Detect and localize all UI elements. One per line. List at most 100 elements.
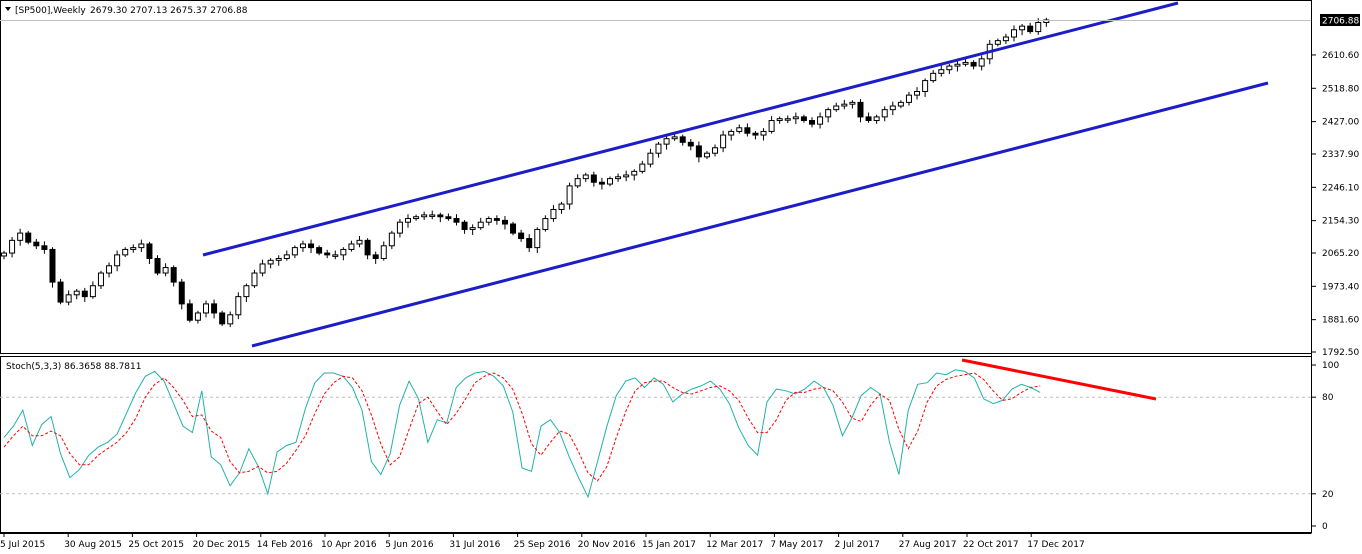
candle-bull-body [897, 101, 904, 107]
candle [550, 205, 557, 222]
candle [768, 116, 775, 134]
candle [81, 287, 88, 303]
candle-bull-body [930, 72, 937, 82]
candle [211, 299, 218, 319]
candle [615, 173, 622, 182]
candle-bull-body [849, 101, 856, 105]
candle [598, 177, 605, 190]
candle-bull-body [259, 263, 266, 274]
candle-bull-body [574, 178, 581, 187]
candle-bull-body [340, 248, 347, 256]
candle-bull-body [106, 265, 113, 274]
symbol-menu-icon[interactable] [5, 7, 11, 11]
candle-bear-body [695, 145, 702, 158]
candle [728, 129, 735, 141]
candle-bull-body [817, 116, 824, 125]
candle-bear-body [308, 243, 315, 249]
candle-bull-body [703, 152, 710, 158]
candle-bull-body [776, 118, 783, 122]
candle-bear-body [526, 238, 533, 249]
candle [243, 283, 250, 303]
stoch-tick-label: 20 [1322, 490, 1334, 500]
candle-bull-body [267, 259, 274, 265]
candle-bear-body [146, 243, 153, 260]
stoch-tick-label: 100 [1322, 361, 1339, 371]
candle [413, 214, 420, 221]
candle-bear-body [57, 281, 64, 303]
candle-bear-body [186, 303, 193, 321]
price-tick-label: 2518.80 [1322, 84, 1359, 94]
candle [89, 281, 96, 299]
candle [695, 141, 702, 163]
candle [905, 91, 912, 106]
candle-bull-body [978, 58, 985, 67]
candle-bear-body [510, 223, 517, 234]
candle-bull-body [405, 218, 411, 223]
candle [162, 263, 169, 277]
candle-bull-body [9, 239, 16, 254]
candle [340, 247, 347, 261]
candle [9, 237, 16, 258]
candle-bull-body [542, 218, 549, 230]
candle-bear-body [744, 127, 751, 134]
candle [776, 116, 783, 124]
time-tick-label: 30 Aug 2015 [64, 540, 122, 550]
candle [744, 123, 751, 137]
candle-bull-body [203, 303, 209, 314]
candle-bull-body [615, 176, 622, 180]
candle [647, 148, 654, 168]
candle [510, 221, 517, 236]
candle-bull-body [566, 185, 573, 205]
candle-bear-body [324, 252, 331, 256]
candle-bull-body [275, 258, 282, 261]
candle [170, 265, 177, 287]
candle [308, 239, 315, 254]
candle [106, 262, 113, 278]
candle [825, 107, 832, 123]
candle [873, 114, 880, 124]
candle [865, 112, 872, 123]
candle-bull-body [550, 208, 557, 220]
price-tick-label: 1881.60 [1322, 316, 1359, 326]
candle-bear-body [170, 267, 177, 283]
time-tick-label: 22 Oct 2017 [963, 540, 1019, 550]
candle-bear-body [1027, 25, 1034, 33]
candle-bear-body [461, 221, 468, 230]
stoch-main-line [3, 369, 1041, 499]
candle [881, 106, 888, 122]
candle [857, 99, 864, 123]
candle-bear-body [800, 116, 807, 122]
candle-bull-body [946, 65, 953, 71]
candle [267, 258, 274, 269]
candle-bull-body [396, 221, 403, 234]
candle [663, 135, 670, 150]
candle-bull-body [663, 138, 670, 145]
candle-bull-body [994, 40, 1001, 45]
candle [574, 174, 581, 189]
candle [994, 38, 1001, 47]
candle [396, 218, 403, 238]
candle [930, 70, 937, 83]
candle [631, 169, 638, 181]
candle-bear-body [364, 239, 371, 256]
candle [1, 250, 7, 260]
candle [219, 310, 226, 327]
candle [833, 102, 840, 112]
price-tick-label: 2154.30 [1322, 217, 1359, 227]
candle [914, 87, 921, 100]
time-tick-label: 12 Mar 2017 [706, 540, 763, 550]
candle [655, 141, 662, 158]
current-price-label: 2706.88 [1322, 17, 1359, 27]
candle [130, 244, 137, 253]
indicator-label: Stoch(5,3,3) 86.3658 88.7811 [6, 362, 141, 372]
candle-bull-body [299, 243, 306, 249]
candle-bull-body [623, 174, 630, 178]
candle [607, 176, 613, 187]
price-tick-label: 2065.20 [1322, 249, 1359, 259]
candle-bull-body [825, 109, 832, 118]
candle-bear-body [598, 181, 605, 185]
candle [720, 130, 727, 153]
candle [809, 117, 815, 128]
time-tick-label: 31 Jul 2016 [449, 540, 500, 550]
time-tick-label: 20 Dec 2015 [193, 540, 251, 550]
